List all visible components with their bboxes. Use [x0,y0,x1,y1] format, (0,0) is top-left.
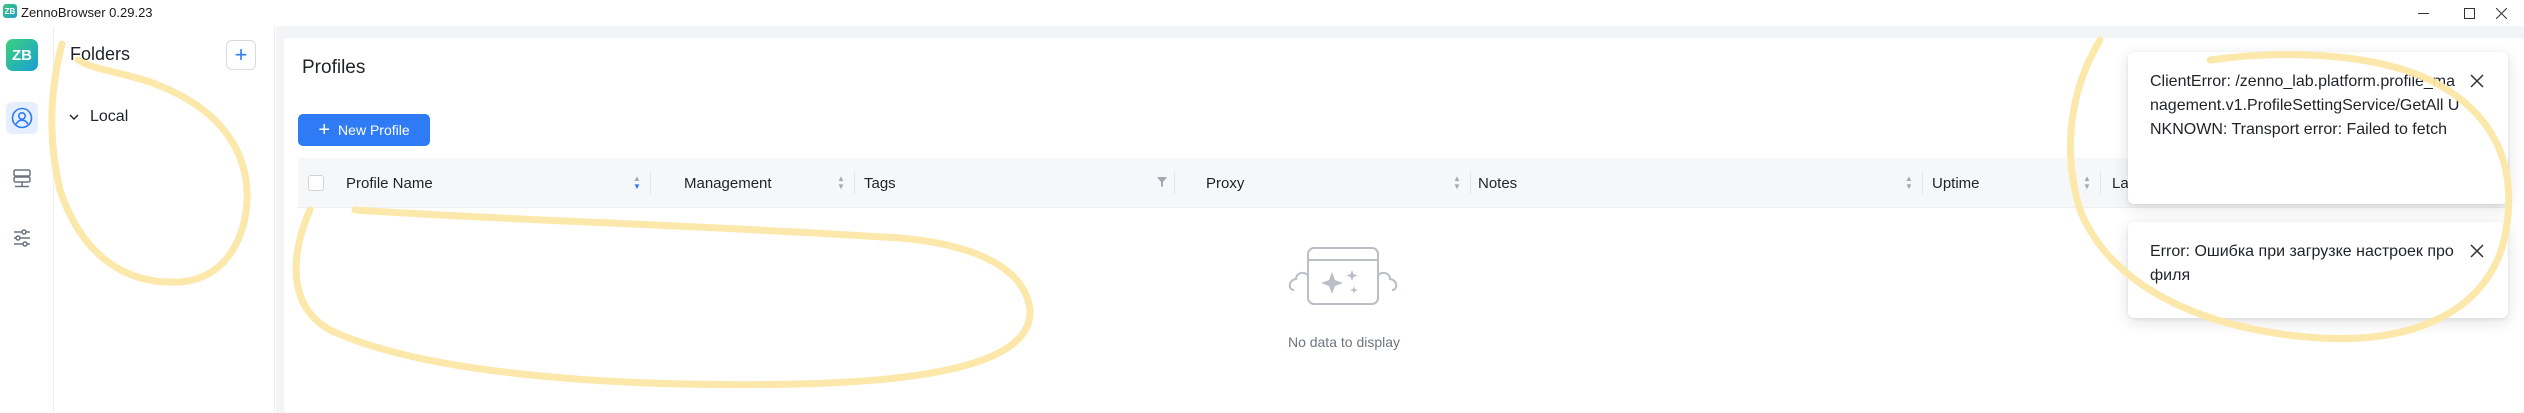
folder-item-local[interactable]: Local [68,108,128,126]
notification-message: Error: Ошибка при загрузке настроек проф… [2150,243,2454,284]
column-header-profile-name[interactable]: Profile Name [346,158,433,208]
column-divider[interactable] [854,172,855,194]
column-header-tags[interactable]: Tags [864,158,896,208]
column-header-uptime[interactable]: Uptime [1932,158,1980,208]
select-all-checkbox[interactable] [308,175,324,191]
app-logo: ZB [6,39,38,71]
error-notification: ClientError: /zenno_lab.platform.profile… [2128,52,2508,204]
empty-state-icon [1288,247,1398,305]
window-title: ZennoBrowser 0.29.23 [21,5,153,20]
sort-icon[interactable]: ▲ ▼ [1904,175,1914,191]
title-bar: ZB ZennoBrowser 0.29.23 [0,0,2524,26]
user-circle-icon [11,107,33,129]
minimize-button[interactable] [2400,0,2446,26]
close-icon [2470,244,2484,258]
error-notification: Error: Ошибка при загрузке настроек проф… [2128,222,2508,318]
new-profile-label: New Profile [338,122,410,138]
folder-label: Local [90,108,129,125]
column-header-proxy[interactable]: Proxy [1206,158,1244,208]
column-header-management[interactable]: Management [684,158,772,208]
folders-title: Folders [70,44,131,64]
sort-icon[interactable]: ▲ ▼ [632,175,642,191]
page-title: Profiles [302,57,366,78]
rail-network-button[interactable] [6,162,38,194]
notification-message: ClientError: /zenno_lab.platform.profile… [2150,73,2460,138]
nav-rail: ZB [0,26,54,413]
close-window-button[interactable] [2478,0,2524,26]
column-divider[interactable] [1922,172,1923,194]
sliders-icon [14,229,30,247]
column-divider[interactable] [2100,172,2101,194]
new-profile-button[interactable]: + New Profile [298,114,430,146]
column-divider[interactable] [650,172,651,194]
minimize-icon [2417,12,2429,14]
close-notification-button[interactable] [2468,242,2486,260]
sort-icon[interactable]: ▲ ▼ [836,175,846,191]
sort-icon[interactable]: ▲ ▼ [1452,175,1462,191]
plus-icon: + [318,119,331,141]
rail-settings-button[interactable] [6,222,38,254]
column-divider[interactable] [1174,172,1175,194]
maximize-icon [2463,7,2475,19]
chevron-down-icon[interactable] [68,111,80,123]
column-header-last[interactable]: La [2112,158,2129,208]
close-icon [2495,7,2507,19]
sort-icon[interactable]: ▲ ▼ [2082,175,2092,191]
network-icon [13,169,31,188]
column-header-notes[interactable]: Notes [1478,158,1517,208]
column-divider[interactable] [1470,172,1471,194]
filter-icon[interactable] [1156,176,1168,188]
close-notification-button[interactable] [2468,72,2486,90]
empty-state-text: No data to display [1287,334,1401,350]
close-icon [2470,74,2484,88]
folders-panel: Folders + Local [55,26,275,413]
app-icon: ZB [3,4,17,18]
add-folder-button[interactable]: + [226,40,256,70]
rail-profiles-button[interactable] [6,102,38,134]
